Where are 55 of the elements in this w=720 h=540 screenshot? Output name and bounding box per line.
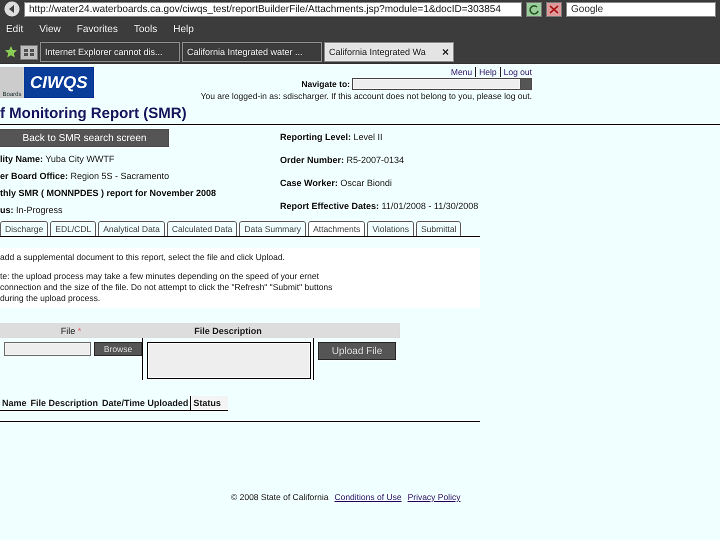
report-tab[interactable]: Submittal: [416, 221, 462, 236]
refresh-icon[interactable]: [526, 2, 542, 16]
nav-link[interactable]: Help: [475, 67, 500, 77]
page-title: f Monitoring Report (SMR): [0, 105, 720, 125]
report-tab[interactable]: Data Summary: [239, 221, 306, 236]
info-text: Order Number: R5-2007-0134: [280, 155, 406, 165]
browser-tab[interactable]: California Integrated Wa ×: [324, 42, 454, 62]
info-text: er Board Office: Region 5S - Sacramento: [0, 171, 170, 181]
report-tab[interactable]: Violations: [367, 221, 414, 236]
logo-text: CIWQS: [24, 67, 94, 98]
info-text: thly SMR ( MONNPDES ) report for November 2008: [0, 188, 218, 198]
info-text: Case Worker: Oscar Biondi: [280, 178, 393, 188]
close-tab-button[interactable]: ×: [442, 45, 449, 59]
back-button[interactable]: Back to SMR search screen: [0, 129, 169, 147]
stop-icon[interactable]: [546, 2, 562, 16]
menu-item[interactable]: View: [33, 24, 67, 34]
menu-item[interactable]: Help: [167, 24, 200, 34]
info-text: Report Effective Dates: 11/01/2008 - 11/30/2008: [280, 201, 480, 211]
search-field[interactable]: Google: [566, 2, 716, 16]
instruction-text: te: the upload process may take a few minutes depending on the speed of your ernet connection and the size of the file. Do not attempt to click the "Refresh" "Submit" buttons during the upload process.: [0, 271, 334, 304]
browser-tab[interactable]: California Integrated water ...: [182, 42, 322, 62]
upload-button[interactable]: Upload File: [318, 342, 396, 360]
menu-item[interactable]: Tools: [128, 24, 164, 34]
description-field[interactable]: [147, 342, 311, 379]
report-tab[interactable]: EDL/CDL: [50, 221, 96, 236]
menu-item[interactable]: Edit: [0, 24, 30, 34]
nav-link[interactable]: Log out: [500, 67, 532, 77]
instruction-text: add a supplemental document to this report, select the file and click Upload.: [0, 252, 286, 263]
nav-link[interactable]: Menu: [448, 67, 476, 77]
tab-grid-icon[interactable]: [20, 44, 38, 60]
file-input[interactable]: [4, 342, 91, 356]
copyright-text: © 2008 State of California: [231, 492, 328, 502]
column-header: File *: [0, 323, 142, 338]
browse-button[interactable]: Browse: [94, 342, 142, 356]
back-icon[interactable]: [4, 1, 20, 17]
report-tab[interactable]: Analytical Data: [98, 221, 165, 236]
column-header: Status: [190, 396, 228, 411]
column-header: File Description: [142, 323, 314, 338]
report-tab[interactable]: Discharge: [0, 221, 48, 236]
info-text: us: In-Progress: [0, 205, 64, 215]
info-text: Reporting Level: Level II: [280, 132, 384, 142]
column-header: Name: [0, 396, 29, 411]
footer-link[interactable]: Conditions of Use: [334, 492, 402, 502]
footer-link[interactable]: Privacy Policy: [408, 492, 460, 502]
report-tab[interactable]: Attachments: [308, 221, 366, 236]
info-text: lity Name: Yuba City WWTF: [0, 154, 116, 164]
star-icon[interactable]: [4, 45, 18, 59]
navigate-label: Navigate to:: [301, 79, 350, 89]
column-header: File Description: [28, 396, 100, 411]
login-message: You are logged-in as: sdischarger. If this account does not belong to you, please log out.: [200, 91, 532, 101]
menu-item[interactable]: Favorites: [70, 24, 124, 34]
navigate-dropdown[interactable]: [352, 78, 532, 90]
report-tab[interactable]: Calculated Data: [166, 221, 238, 236]
browser-tab[interactable]: Internet Explorer cannot dis...: [40, 42, 180, 62]
address-bar[interactable]: http://water24.waterboards.ca.gov/ciwqs_test/reportBuilderFile/Attachments.jsp?module=1&docID=303854: [24, 2, 522, 16]
